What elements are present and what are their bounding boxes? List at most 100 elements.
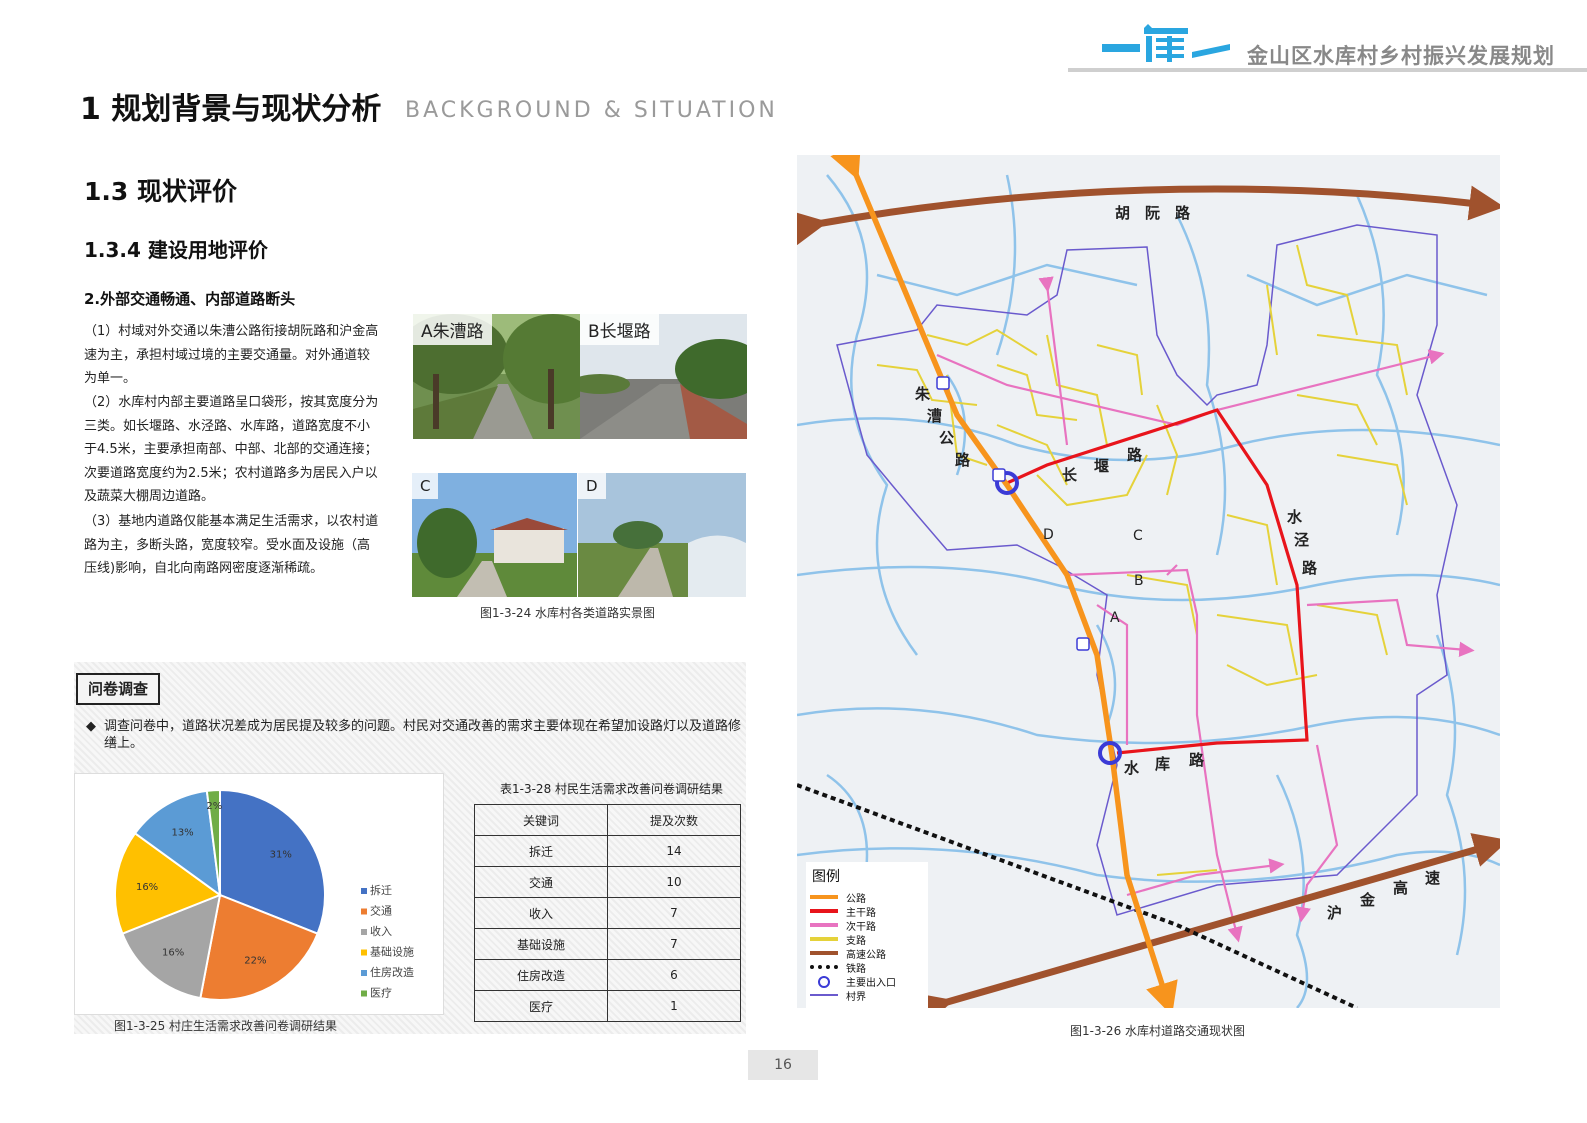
legend-label: 交通 [370, 904, 392, 918]
paragraph-2: （2）水库村内部主要道路呈口袋形，按其宽度分为 三类。如长堰路、水泾路、水库路，… [84, 391, 390, 509]
photo-c-label: C [412, 473, 439, 499]
paragraph-line: 次要道路宽度约为2.5米；农村道路多为居民入户以 [84, 465, 378, 481]
table-header-cell: 提及次数 [607, 804, 741, 836]
legend-label: 次干路 [846, 922, 876, 933]
page-subtitle: BACKGROUND & SITUATION [405, 98, 778, 123]
chart-caption: 图1-3-25 村庄生活需求改善问卷调研结果 [114, 1019, 338, 1033]
photo-b-label: B长堰路 [580, 314, 659, 345]
page-title: 1 规划背景与现状分析 [80, 92, 382, 127]
table-header-cell: 关键词 [474, 804, 608, 836]
legend-label: 高速公路 [846, 950, 886, 961]
label-hu-jin-1: 沪 [1327, 904, 1342, 922]
label-shui-jing-2: 泾 [1294, 531, 1309, 549]
table-title: 表1-3-28 村民生活需求改善问卷调研结果 [500, 782, 724, 796]
header-divider [1068, 68, 1587, 72]
legend-item-railway: 铁路 [810, 960, 925, 975]
legend-swatch [810, 951, 838, 955]
label-zhu-cao-4: 路 [955, 451, 971, 469]
pie-chart-container: 31% 22% 16% 16% 13% 2% 拆迁 交通 收入 基础设施 住房改造 医疗 [74, 773, 444, 1015]
label-hu-jin-4: 速 [1425, 869, 1440, 887]
table-header-row: 关键词 提及次数 [474, 804, 741, 836]
section-heading: 1.3 现状评价 [84, 177, 237, 206]
pie-data-label: 22% [244, 955, 266, 966]
legend-swatch [361, 990, 367, 997]
paragraph-line: 速为主，承担村域过境的主要交通量。对外通道较 [84, 347, 371, 363]
paragraph-line: （1）村域对外交通以朱漕公路衔接胡阮路和沪金高 [84, 324, 379, 339]
legend-swatch [810, 923, 838, 927]
legend-label: 收入 [370, 924, 392, 938]
survey-tag: 问卷调查 [76, 673, 160, 705]
paragraph-line: 及蔬菜大棚周边道路。 [84, 489, 215, 504]
label-shui-jing-3: 路 [1302, 559, 1318, 577]
legend-item-expressway: 高速公路 [810, 946, 925, 961]
legend-label: 村界 [846, 992, 866, 1003]
point-label-d: D [1043, 527, 1054, 543]
label-zhu-cao-2: 漕 [927, 407, 942, 425]
label-shui-jing-1: 水 [1287, 508, 1303, 526]
pie-data-label: 31% [270, 850, 292, 861]
point-label-a: A [1110, 610, 1120, 626]
header-logo [1100, 22, 1235, 70]
legend-swatch [361, 929, 367, 935]
label-shui-ku-2: 库 [1155, 755, 1170, 773]
label-zhu-cao-3: 公 [939, 429, 954, 447]
legend-swatch [810, 937, 838, 941]
legend-item-secondary-road: 次干路 [810, 918, 925, 933]
legend-label: 主要出入口 [846, 978, 896, 989]
photo-b: B长堰路 [580, 314, 747, 439]
survey-text-body: 调查问卷中，道路状况差成为居民提及较多的问题。村民对交通改善的需求主要体现在希望… [104, 719, 742, 751]
pie-chart: 31% 22% 16% 16% 13% 2% 拆迁交通收入基础设施住房改造医疗 [114, 788, 414, 1001]
legend-swatch [810, 994, 838, 996]
table-cell: 收入 [474, 897, 608, 929]
paragraph-line: （2）水库村内部主要道路呈口袋形，按其宽度分为 [84, 395, 379, 410]
table-row: 基础设施 7 [474, 928, 741, 960]
paragraph-line: 于4.5米，主要承担南部、中部、北部的交通连接； [84, 442, 378, 457]
table-row: 收入 7 [474, 897, 741, 929]
table-cell: 7 [607, 897, 741, 929]
paragraph-line: 路为主，多断头路，宽度较窄。受水面及设施（高 [84, 537, 371, 553]
point-label-b: B [1134, 573, 1144, 589]
legend-swatch [361, 888, 367, 894]
paragraph-line: （3）基地内道路仅能基本满足生活需求，以农村道 [84, 514, 379, 529]
label-hu-jin-2: 金 [1359, 891, 1376, 909]
legend-swatch [361, 908, 367, 915]
paragraph-line: 为单一。 [84, 371, 137, 386]
legend-item-entrance: 主要出入口 [810, 974, 925, 989]
table-row: 交通 10 [474, 866, 741, 898]
legend-title: 图例 [812, 869, 840, 885]
table-cell: 基础设施 [474, 928, 608, 960]
legend-label: 铁路 [846, 964, 866, 975]
entrance-icon [818, 976, 830, 988]
survey-table: 关键词 提及次数 拆迁 14 交通 10 收入 7 基础设施 7 住房改造 6 … [474, 804, 741, 1022]
legend-label: 拆迁 [370, 883, 392, 897]
header-title: 金山区水库村乡村振兴发展规划 [1247, 44, 1555, 68]
table-cell: 6 [607, 959, 741, 991]
pie-data-label: 13% [171, 828, 193, 839]
photo-a-label: A朱漕路 [413, 314, 492, 345]
label-chang-yan-1: 长 [1062, 466, 1078, 484]
page-number: 16 [748, 1050, 818, 1080]
table-row: 拆迁 14 [474, 835, 741, 867]
legend-swatch [810, 909, 838, 913]
table-row: 医疗 1 [474, 990, 741, 1022]
paragraph-line: 压线)影响，自北向南路网密度逐渐稀疏。 [84, 561, 324, 576]
survey-text: ◆ 调查问卷中，道路状况差成为居民提及较多的问题。村民对交通改善的需求主要体现在… [86, 718, 742, 752]
table-cell: 14 [607, 835, 741, 867]
pie-data-label: 16% [162, 948, 184, 959]
legend-item-village-boundary: 村界 [810, 988, 925, 1003]
label-hu-ruan-road: 胡 阮 路 [1115, 204, 1191, 222]
legend-label: 医疗 [370, 986, 392, 1000]
legend-swatch [361, 949, 367, 956]
label-chang-yan-2: 堰 [1094, 457, 1109, 475]
table-cell: 住房改造 [474, 959, 608, 991]
label-zhu-cao-1: 朱 [915, 385, 931, 403]
table-cell: 7 [607, 928, 741, 960]
table-cell: 拆迁 [474, 835, 608, 867]
legend-item-main-road: 主干路 [810, 904, 925, 919]
table-row: 住房改造 6 [474, 959, 741, 991]
label-shui-ku-1: 水 [1124, 759, 1140, 777]
photo-c: C [412, 473, 577, 597]
map-caption: 图1-3-26 水库村道路交通现状图 [1070, 1024, 1246, 1038]
legend-label: 基础设施 [370, 946, 414, 959]
legend-label: 公路 [846, 894, 866, 905]
